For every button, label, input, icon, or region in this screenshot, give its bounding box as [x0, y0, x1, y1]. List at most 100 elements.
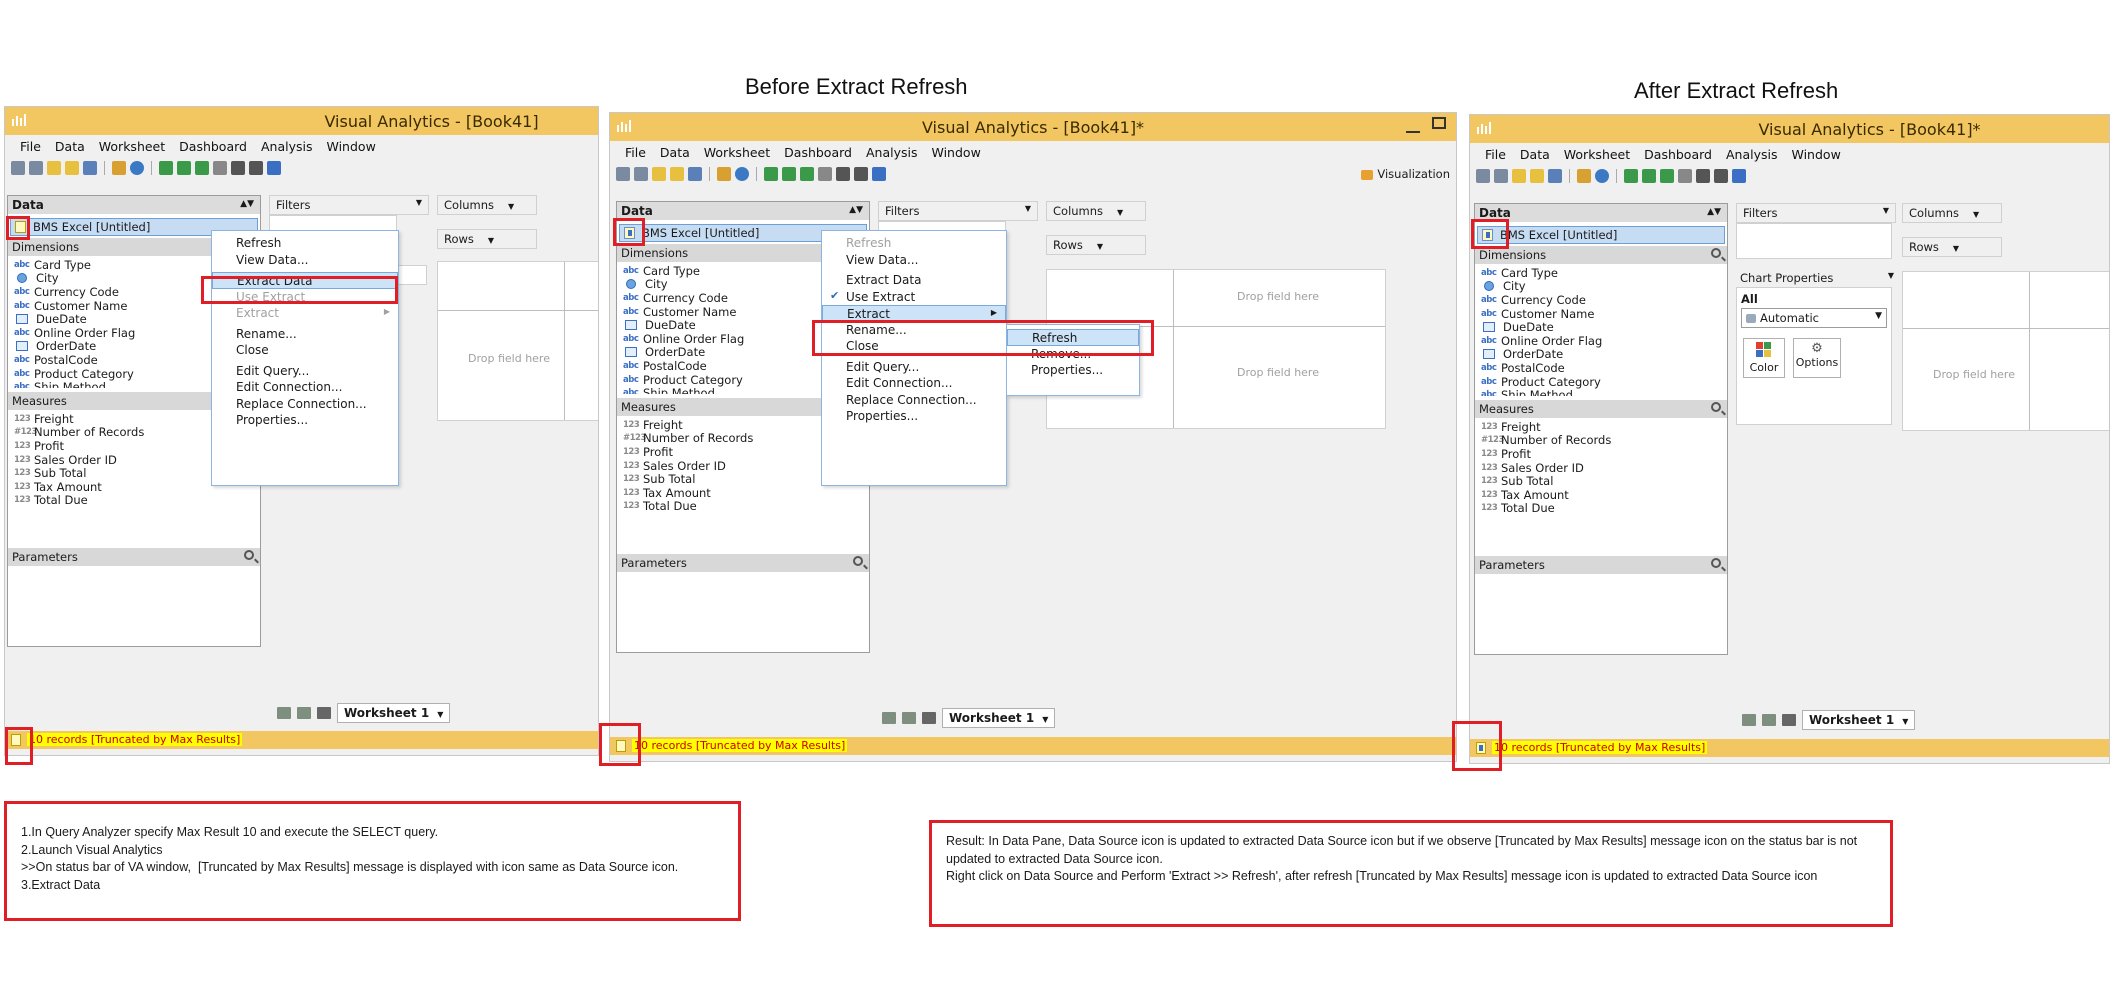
- table-icon[interactable]: [800, 167, 814, 181]
- save-icon[interactable]: [1548, 169, 1562, 183]
- menu-window[interactable]: Window: [320, 139, 383, 154]
- columns-shelf[interactable]: Columns ▼: [1902, 203, 2002, 223]
- menu-worksheet[interactable]: Worksheet: [92, 139, 172, 154]
- sort-asc-icon[interactable]: [1696, 169, 1710, 183]
- open-icon[interactable]: [670, 167, 684, 181]
- filters-shelf[interactable]: Filters ▼: [878, 201, 1038, 221]
- rows-shelf[interactable]: Rows ▼: [1902, 237, 2002, 257]
- pen-icon[interactable]: [112, 161, 126, 175]
- measure-field[interactable]: #123 Number of Records: [1475, 433, 1727, 447]
- refresh-icon[interactable]: [1595, 169, 1609, 183]
- redo-icon[interactable]: [634, 167, 648, 181]
- menu-item-extract[interactable]: Extract ▶: [212, 305, 398, 322]
- fit-icon[interactable]: [1732, 169, 1746, 183]
- redo-icon[interactable]: [1494, 169, 1508, 183]
- filters-shelf[interactable]: Filters ▼: [1736, 203, 1896, 223]
- save-icon[interactable]: [688, 167, 702, 181]
- submenu-item-properties[interactable]: Properties...: [1007, 362, 1139, 379]
- dimension-field[interactable]: abc Card Type: [1475, 266, 1727, 280]
- options-button[interactable]: ⚙ Options: [1793, 338, 1841, 378]
- refresh-icon[interactable]: [130, 161, 144, 175]
- new-icon[interactable]: [652, 167, 666, 181]
- lasso-icon[interactable]: [818, 167, 832, 181]
- save-icon[interactable]: [83, 161, 97, 175]
- fit-icon[interactable]: [267, 161, 281, 175]
- measure-field[interactable]: 123 Total Due: [8, 493, 260, 507]
- menu-window[interactable]: Window: [925, 145, 988, 160]
- columns-shelf[interactable]: Columns ▼: [437, 195, 537, 215]
- new-dashboard-icon[interactable]: [297, 707, 311, 719]
- menu-item-properties[interactable]: Properties...: [212, 412, 398, 429]
- menu-dashboard[interactable]: Dashboard: [777, 145, 859, 160]
- menu-file[interactable]: File: [13, 139, 48, 154]
- filters-shelf[interactable]: Filters ▼: [269, 195, 429, 215]
- fit-icon[interactable]: [872, 167, 886, 181]
- chart-icon[interactable]: [159, 161, 173, 175]
- refresh-icon[interactable]: [735, 167, 749, 181]
- undo-icon[interactable]: [11, 161, 25, 175]
- measure-field[interactable]: 123 Sub Total: [1475, 474, 1727, 488]
- view-canvas[interactable]: Drop field here: [437, 261, 598, 421]
- search-icon[interactable]: [1711, 402, 1721, 412]
- dimension-field[interactable]: abc Customer Name: [1475, 307, 1727, 321]
- sort-icon[interactable]: ▲▼: [849, 205, 863, 215]
- list-icon[interactable]: [922, 712, 936, 724]
- dimension-field[interactable]: abc Product Category: [1475, 375, 1727, 389]
- new-icon[interactable]: [47, 161, 61, 175]
- search-icon[interactable]: [1711, 248, 1721, 258]
- new-worksheet-icon[interactable]: [882, 712, 896, 724]
- columns-shelf[interactable]: Columns ▼: [1046, 201, 1146, 221]
- menu-analysis[interactable]: Analysis: [1719, 147, 1785, 162]
- view-canvas[interactable]: Drop field here: [1902, 271, 2109, 431]
- undo-icon[interactable]: [1476, 169, 1490, 183]
- tab-worksheet-1[interactable]: Worksheet 1 ▼: [1802, 710, 1916, 730]
- redo-icon[interactable]: [29, 161, 43, 175]
- menu-worksheet[interactable]: Worksheet: [1557, 147, 1637, 162]
- menu-item-refresh[interactable]: Refresh: [212, 235, 398, 252]
- dimension-field[interactable]: DueDate: [1475, 320, 1727, 334]
- chart-icon[interactable]: [764, 167, 778, 181]
- new-worksheet-icon[interactable]: [277, 707, 291, 719]
- new-icon[interactable]: [1512, 169, 1526, 183]
- measure-field[interactable]: 123 Sales Order ID: [1475, 461, 1727, 475]
- sort-desc-icon[interactable]: [1714, 169, 1728, 183]
- sort-asc-icon[interactable]: [231, 161, 245, 175]
- menu-item-replace-connection[interactable]: Replace Connection...: [212, 396, 398, 413]
- dimension-field[interactable]: OrderDate: [1475, 347, 1727, 361]
- list-icon[interactable]: [317, 707, 331, 719]
- menu-item-extract-data[interactable]: Extract Data: [822, 272, 1006, 289]
- menu-data[interactable]: Data: [1513, 147, 1557, 162]
- measure-field[interactable]: 123 Total Due: [1475, 501, 1727, 515]
- measure-field[interactable]: 123 Tax Amount: [617, 486, 869, 500]
- sort-asc-icon[interactable]: [836, 167, 850, 181]
- measure-field[interactable]: 123 Freight: [1475, 420, 1727, 434]
- table-icon[interactable]: [195, 161, 209, 175]
- new-dashboard-icon[interactable]: [1762, 714, 1776, 726]
- rows-shelf[interactable]: Rows ▼: [437, 229, 537, 249]
- dimension-field[interactable]: abc Online Order Flag: [1475, 334, 1727, 348]
- open-icon[interactable]: [1530, 169, 1544, 183]
- chart-icon[interactable]: [1624, 169, 1638, 183]
- open-icon[interactable]: [65, 161, 79, 175]
- grid-icon[interactable]: [1642, 169, 1656, 183]
- menu-dashboard[interactable]: Dashboard: [1637, 147, 1719, 162]
- minimize-icon[interactable]: [1406, 119, 1420, 133]
- visualization-button[interactable]: Visualization: [1361, 167, 1450, 181]
- menu-file[interactable]: File: [1478, 147, 1513, 162]
- menu-data[interactable]: Data: [48, 139, 92, 154]
- menu-data[interactable]: Data: [653, 145, 697, 160]
- menu-item-edit-query[interactable]: Edit Query...: [822, 359, 1006, 376]
- dimension-field[interactable]: abc Currency Code: [1475, 293, 1727, 307]
- pen-icon[interactable]: [717, 167, 731, 181]
- menu-item-view-data[interactable]: View Data...: [822, 252, 1006, 269]
- lasso-icon[interactable]: [213, 161, 227, 175]
- menu-item-edit-connection[interactable]: Edit Connection...: [212, 379, 398, 396]
- dimension-field[interactable]: City: [1475, 279, 1727, 293]
- menu-analysis[interactable]: Analysis: [859, 145, 925, 160]
- pen-icon[interactable]: [1577, 169, 1591, 183]
- menu-item-view-data[interactable]: View Data...: [212, 252, 398, 269]
- grid-icon[interactable]: [782, 167, 796, 181]
- dimension-field[interactable]: abc Ship Method: [1475, 388, 1727, 396]
- list-icon[interactable]: [1782, 714, 1796, 726]
- tab-worksheet-1[interactable]: Worksheet 1 ▼: [942, 708, 1056, 728]
